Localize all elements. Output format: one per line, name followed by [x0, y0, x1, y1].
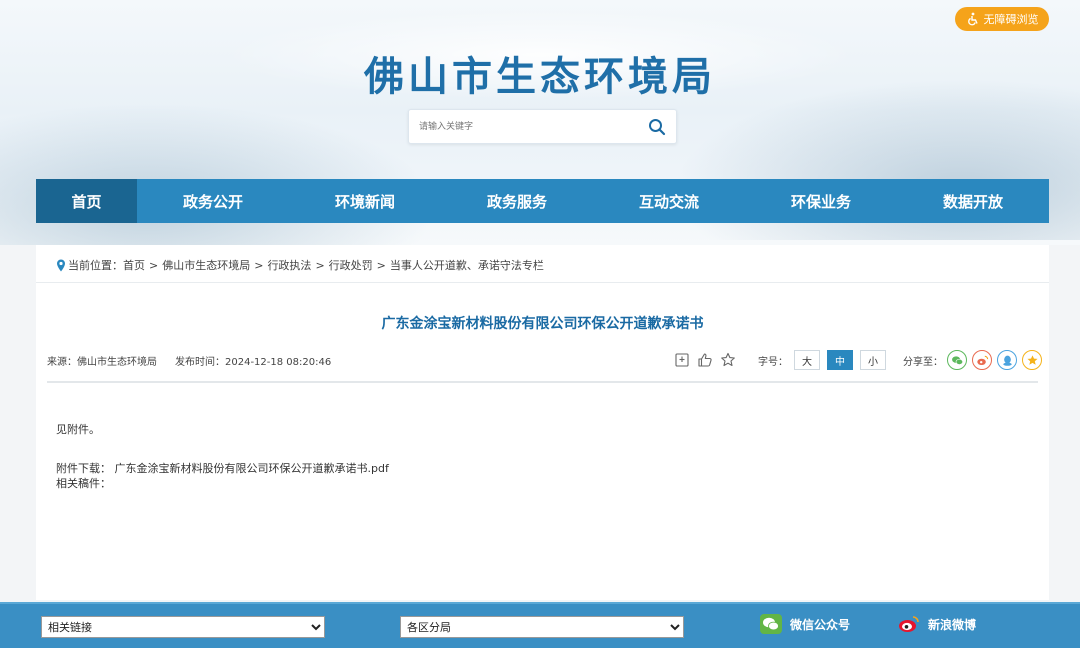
wechat-icon: [760, 614, 782, 634]
wechat-label: 微信公众号: [790, 617, 851, 632]
qzone-share-icon[interactable]: [1022, 350, 1042, 370]
article-body: 见附件。: [56, 423, 100, 436]
attachment-file-link[interactable]: 广东金涂宝新材料股份有限公司环保公开道歉承诺书.pdf: [115, 462, 389, 475]
font-size-medium-button[interactable]: 中: [827, 350, 853, 370]
qq-share-icon[interactable]: [997, 350, 1017, 370]
thumbs-up-icon[interactable]: [697, 352, 713, 368]
weibo-icon: [898, 614, 920, 634]
wechat-link[interactable]: 微信公众号: [760, 614, 850, 634]
breadcrumb-separator: >: [149, 258, 159, 272]
meta-divider: [47, 381, 1038, 383]
share-label: 分享至：: [903, 356, 943, 368]
divider: [36, 282, 1049, 283]
nav-item-home[interactable]: 首页: [36, 179, 137, 223]
wechat-share-icon[interactable]: [947, 350, 967, 370]
search-box: [408, 109, 677, 144]
related-label: 相关稿件：: [56, 477, 111, 490]
breadcrumb-penalty[interactable]: 行政处罚: [329, 257, 373, 273]
article-meta: 来源：佛山市生态环境局 发布时间：2024-12-18 08:20:46: [47, 353, 331, 368]
breadcrumb-separator: >: [315, 258, 325, 272]
search-input[interactable]: [419, 118, 639, 136]
breadcrumb: 当前位置： 首页 > 佛山市生态环境局 > 行政执法 > 行政处罚 > 当事人公…: [56, 257, 544, 273]
article-tools: 字号： 大 中 小 分享至：: [674, 349, 1047, 371]
weibo-link[interactable]: 新浪微博: [898, 614, 976, 634]
attachment-label: 附件下载：: [56, 462, 111, 475]
accessibility-button[interactable]: 无障碍浏览: [955, 7, 1049, 31]
breadcrumb-bureau[interactable]: 佛山市生态环境局: [162, 257, 250, 273]
nav-item-interaction[interactable]: 互动交流: [593, 179, 745, 223]
nav-item-open-data[interactable]: 数据开放: [897, 179, 1049, 223]
breadcrumb-separator: >: [254, 258, 264, 272]
nav-item-gov-affairs[interactable]: 政务公开: [137, 179, 289, 223]
font-size-label: 字号：: [758, 356, 788, 368]
print-icon[interactable]: [674, 352, 690, 368]
accessibility-label: 无障碍浏览: [983, 13, 1039, 26]
site-title: 佛山市生态环境局: [364, 54, 716, 100]
font-size-small-button[interactable]: 小: [860, 350, 886, 370]
nav-item-env-business[interactable]: 环保业务: [745, 179, 897, 223]
breadcrumb-home[interactable]: 首页: [123, 257, 145, 273]
search-icon[interactable]: [648, 118, 666, 136]
article-panel: [36, 245, 1049, 600]
wheelchair-icon: [966, 12, 980, 26]
breadcrumb-apology-column[interactable]: 当事人公开道歉、承诺守法专栏: [390, 257, 544, 273]
breadcrumb-prefix: 当前位置：: [68, 259, 123, 272]
district-bureaus-select[interactable]: 各区分局: [400, 616, 684, 638]
breadcrumb-separator: >: [376, 258, 386, 272]
article-title: 广东金涂宝新材料股份有限公司环保公开道歉承诺书: [381, 316, 704, 332]
main-nav: 首页 政务公开 环境新闻 政务服务 互动交流 环保业务 数据开放: [36, 179, 1049, 223]
breadcrumb-enforcement[interactable]: 行政执法: [267, 257, 311, 273]
article-source: 来源：佛山市生态环境局: [47, 357, 157, 368]
font-size-large-button[interactable]: 大: [794, 350, 820, 370]
attachment-section: 附件下载： 广东金涂宝新材料股份有限公司环保公开道歉承诺书.pdf 相关稿件：: [56, 461, 389, 491]
footer: 相关链接 各区分局 微信公众号 新浪微博: [0, 602, 1080, 648]
star-icon[interactable]: [720, 352, 736, 368]
nav-item-env-news[interactable]: 环境新闻: [289, 179, 441, 223]
nav-item-gov-services[interactable]: 政务服务: [441, 179, 593, 223]
location-pin-icon: [56, 259, 66, 272]
related-links-select[interactable]: 相关链接: [41, 616, 325, 638]
article-published-time: 发布时间：2024-12-18 08:20:46: [175, 357, 332, 368]
weibo-share-icon[interactable]: [972, 350, 992, 370]
weibo-label: 新浪微博: [928, 617, 977, 632]
content-background: [0, 245, 1080, 605]
